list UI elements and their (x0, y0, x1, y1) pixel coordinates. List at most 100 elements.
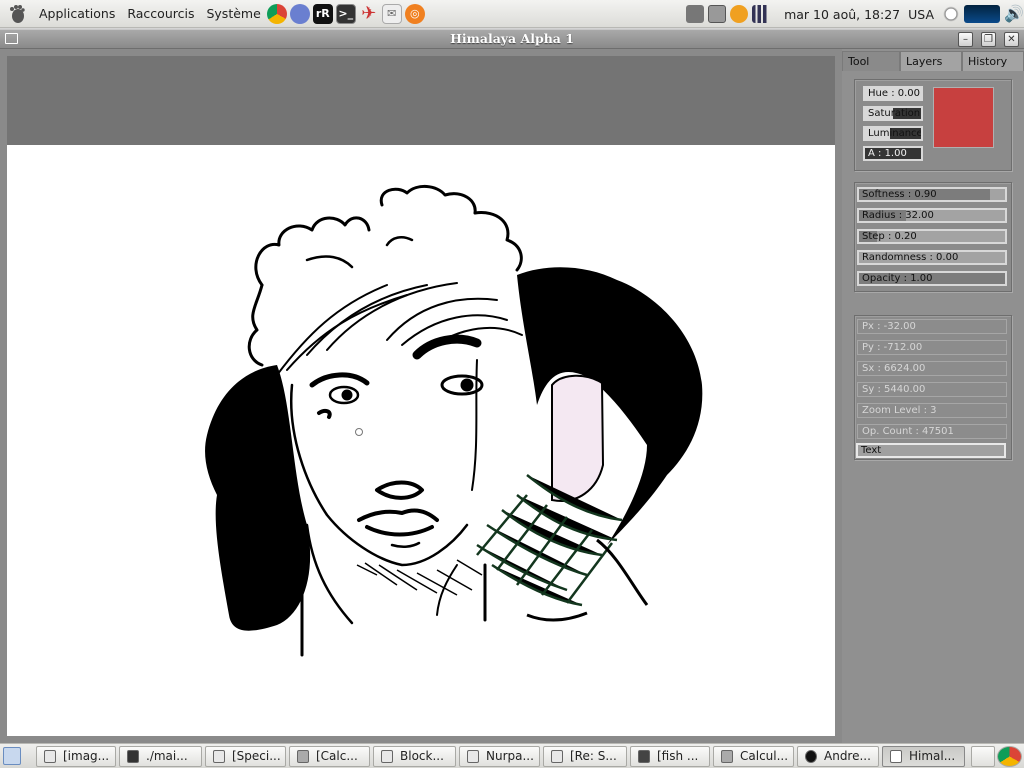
calculator-icon (297, 750, 309, 763)
task-label: [imag... (63, 749, 110, 763)
terminal-launcher-icon[interactable]: >_ (335, 3, 356, 24)
terminal-icon (638, 750, 650, 763)
task-button[interactable]: [Re: S... (543, 746, 627, 767)
tray-disk-icon[interactable] (708, 5, 727, 23)
task-button[interactable]: ./mai... (119, 746, 202, 767)
calculator-icon (721, 750, 733, 763)
minimize-button[interactable]: – (958, 32, 973, 47)
sx-readout: Sx : 6624.00 (857, 361, 1007, 376)
radius-label: Radius : 32.00 (862, 210, 934, 221)
network-signal-icon[interactable] (752, 5, 771, 23)
zoom-level-readout: Zoom Level : 3 (857, 403, 1007, 418)
chrome-launcher-icon[interactable] (266, 3, 287, 24)
color-swatch[interactable] (933, 87, 994, 148)
blender-launcher-icon[interactable]: ◎ (404, 3, 425, 24)
task-label: [Re: S... (570, 749, 617, 763)
panel-tabs: Tool Layers History (842, 51, 1024, 71)
opacity-label: Opacity : 1.00 (862, 273, 933, 284)
randomness-slider[interactable]: Randomness : 0.00 (857, 250, 1007, 265)
luminance-slider[interactable]: Luminance (863, 126, 923, 141)
gear-icon (381, 750, 393, 763)
chrome-tray-icon[interactable] (997, 746, 1022, 767)
terminal-icon (127, 750, 139, 763)
taskbar: [imag... ./mai... [Speci... [Calc... Blo… (0, 743, 1024, 768)
tray-update-icon[interactable] (730, 5, 749, 23)
radius-slider[interactable]: Radius : 32.00 (857, 208, 1007, 223)
task-button-active[interactable]: Himal... (882, 746, 965, 767)
mail-icon (467, 750, 479, 763)
task-label: Nurpa... (486, 749, 534, 763)
hue-slider[interactable]: Hue : 0.00 (863, 86, 923, 101)
luminance-label: Luminance (868, 128, 923, 139)
opacity-slider[interactable]: Opacity : 1.00 (857, 271, 1007, 286)
saturation-slider[interactable]: Saturation (863, 106, 923, 121)
menu-raccourcis[interactable]: Raccourcis (121, 0, 200, 28)
tray-app-icon[interactable] (686, 5, 705, 23)
volume-icon[interactable]: 🔊 (1004, 5, 1024, 23)
task-label: Himal... (909, 749, 956, 763)
task-button[interactable]: [imag... (36, 746, 116, 767)
brush-group: Softness : 0.90 Radius : 32.00 Step : 0.… (854, 182, 1012, 292)
alpha-slider[interactable]: A : 1.00 (863, 146, 923, 161)
window-title: Himalaya Alpha 1 (450, 31, 574, 46)
window-icon (890, 750, 902, 763)
task-label: Calcul... (740, 749, 789, 763)
task-button[interactable]: [Speci... (205, 746, 286, 767)
system-monitor-icon[interactable] (964, 5, 1000, 23)
app-body: Tool Layers History Hue : 0.00 Saturatio… (0, 49, 1024, 743)
document-icon (213, 750, 225, 763)
step-label: Step : 0.20 (862, 231, 917, 242)
tool-panel: Tool Layers History Hue : 0.00 Saturatio… (842, 49, 1024, 743)
tab-layers[interactable]: Layers (900, 51, 962, 71)
rr-launcher-icon[interactable]: rR (312, 3, 333, 24)
task-button[interactable]: [Calc... (289, 746, 370, 767)
randomness-label: Randomness : 0.00 (862, 252, 959, 263)
canvas-viewport[interactable] (7, 56, 835, 736)
chat-icon (805, 750, 817, 763)
weather-sun-icon[interactable] (942, 5, 960, 23)
window-titlebar[interactable]: Himalaya Alpha 1 – ❐ ✕ (0, 29, 1024, 49)
op-count-readout: Op. Count : 47501 (857, 424, 1007, 439)
maximize-button[interactable]: ❐ (981, 32, 996, 47)
task-label: Block... (400, 749, 444, 763)
saturation-label: Saturation (868, 108, 921, 119)
task-button[interactable]: Andre... (797, 746, 879, 767)
sy-readout: Sy : 5440.00 (857, 382, 1007, 397)
softness-slider[interactable]: Softness : 0.90 (857, 187, 1007, 202)
top-panel: Applications Raccourcis Système rR >_ ✈ … (0, 0, 1024, 28)
px-readout: Px : -32.00 (857, 319, 1007, 334)
text-input[interactable]: Text (856, 443, 1006, 458)
hue-label: Hue : 0.00 (868, 88, 921, 99)
mail-launcher-icon[interactable]: ✉ (381, 3, 402, 24)
py-readout: Py : -712.00 (857, 340, 1007, 355)
system-tray: mar 10 aoû, 18:27 USA 🔊 (684, 0, 1024, 28)
task-label: [Speci... (232, 749, 281, 763)
workspace-switcher[interactable] (971, 746, 995, 767)
task-button[interactable]: Block... (373, 746, 456, 767)
clock[interactable]: mar 10 aoû, 18:27 (784, 7, 900, 22)
alpha-label: A : 1.00 (868, 148, 907, 159)
plane-launcher-icon[interactable]: ✈ (359, 3, 379, 24)
tab-history[interactable]: History (962, 51, 1024, 71)
document-icon (44, 750, 56, 763)
task-label: [fish ... (657, 749, 699, 763)
browser-launcher-icon[interactable] (289, 3, 310, 24)
softness-label: Softness : 0.90 (862, 189, 937, 200)
task-button[interactable]: Nurpa... (459, 746, 540, 767)
close-button[interactable]: ✕ (1004, 32, 1019, 47)
tab-tool[interactable]: Tool (842, 51, 900, 71)
sketch-drawing (205, 185, 703, 657)
mail-reply-icon (551, 750, 563, 763)
menu-applications[interactable]: Applications (33, 0, 121, 28)
task-button[interactable]: [fish ... (630, 746, 710, 767)
info-group: Px : -32.00 Py : -712.00 Sx : 6624.00 Sy… (854, 315, 1012, 460)
drawing-canvas[interactable] (7, 145, 835, 736)
gnome-foot-icon[interactable] (7, 4, 27, 24)
menu-systeme[interactable]: Système (200, 0, 266, 28)
step-slider[interactable]: Step : 0.20 (857, 229, 1007, 244)
keyboard-layout[interactable]: USA (908, 7, 934, 22)
task-label: Andre... (824, 749, 871, 763)
task-button[interactable]: Calcul... (713, 746, 794, 767)
show-desktop-icon[interactable] (3, 747, 21, 765)
task-label: [Calc... (316, 749, 358, 763)
